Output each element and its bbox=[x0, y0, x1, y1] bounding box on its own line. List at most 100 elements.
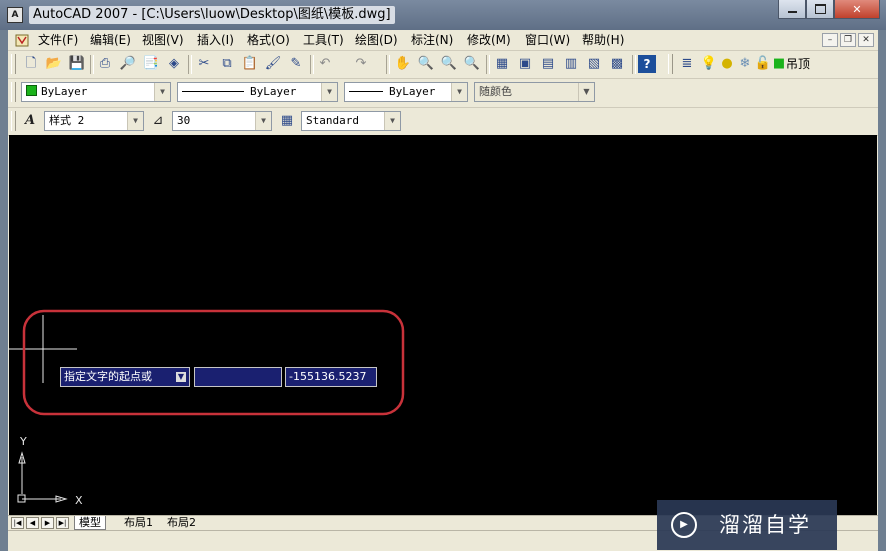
tab-model[interactable]: 模型 bbox=[74, 516, 106, 530]
table-style-control[interactable]: Standard ▼ bbox=[301, 111, 401, 131]
next-tab-icon[interactable]: ▶ bbox=[41, 517, 54, 529]
color-control[interactable]: ByLayer ▼ bbox=[21, 82, 171, 102]
pan-icon[interactable]: ✋ bbox=[394, 55, 412, 73]
minimize-button[interactable] bbox=[778, 0, 806, 19]
prev-tab-icon[interactable]: ◀ bbox=[26, 517, 39, 529]
publish-icon[interactable]: 📑 bbox=[142, 55, 160, 73]
menu-modify[interactable]: 修改(M) bbox=[467, 32, 511, 48]
zoom-realtime-icon[interactable]: 🔍 bbox=[417, 55, 435, 73]
title-bar[interactable]: A AutoCAD 2007 - [C:\Users\luow\Desktop\… bbox=[0, 0, 886, 30]
chevron-down-icon[interactable]: ▼ bbox=[451, 83, 467, 101]
cut-icon[interactable]: ✂ bbox=[195, 55, 213, 73]
open-icon[interactable]: 📂 bbox=[45, 55, 63, 73]
text-style-control[interactable]: 样式 2 ▼ bbox=[44, 111, 144, 131]
print-icon[interactable]: ⎙ bbox=[96, 55, 114, 73]
drawing-close-button[interactable]: ✕ bbox=[858, 33, 874, 47]
menu-edit[interactable]: 编辑(E) bbox=[90, 32, 131, 48]
dim-style-control[interactable]: 30 ▼ bbox=[172, 111, 272, 131]
linetype-value: ByLayer bbox=[250, 85, 297, 98]
dynamic-input-prompt: 指定文字的起点或 ▼ bbox=[60, 367, 190, 387]
freeze-vp-icon[interactable]: ❄ bbox=[736, 55, 754, 73]
menu-help[interactable]: 帮助(H) bbox=[582, 32, 624, 48]
chevron-down-icon[interactable]: ▼ bbox=[578, 83, 594, 101]
close-icon: ✕ bbox=[852, 2, 862, 16]
linetype-preview bbox=[182, 91, 244, 92]
save-icon[interactable]: 💾 bbox=[68, 55, 86, 73]
tool-palettes-icon[interactable]: ▤ bbox=[539, 55, 557, 73]
linetype-control[interactable]: ByLayer ▼ bbox=[177, 82, 338, 102]
standard-toolbar: 🗋 📂 💾 ⎙ 🔎 📑 ◈ ✂ ⧉ 📋 🖌 ✎ ↶ ↷ ✋ 🔍 🔍 🔍 ▦ ▣ bbox=[8, 51, 878, 79]
menu-tools[interactable]: 工具(T) bbox=[303, 32, 344, 48]
document-menu-icon[interactable] bbox=[14, 32, 30, 48]
new-icon[interactable]: 🗋 bbox=[22, 55, 40, 73]
first-tab-icon[interactable]: |◀ bbox=[11, 517, 24, 529]
plot-preview-icon[interactable]: 🔎 bbox=[119, 55, 137, 73]
drawing-restore-button[interactable]: ❐ bbox=[840, 33, 856, 47]
sun-icon[interactable]: ● bbox=[718, 55, 736, 73]
menu-insert[interactable]: 插入(I) bbox=[197, 32, 234, 48]
lineweight-control[interactable]: ByLayer ▼ bbox=[344, 82, 468, 102]
last-tab-icon[interactable]: ▶| bbox=[56, 517, 69, 529]
plot-style-control[interactable]: 随颜色 ▼ bbox=[474, 82, 595, 102]
menu-view[interactable]: 视图(V) bbox=[142, 32, 184, 48]
sheet-set-icon[interactable]: ▥ bbox=[562, 55, 580, 73]
light-bulb-icon[interactable]: 💡 bbox=[700, 55, 718, 73]
color-value: ByLayer bbox=[41, 85, 88, 98]
menu-file[interactable]: 文件(F) bbox=[38, 32, 78, 48]
menu-window[interactable]: 窗口(W) bbox=[525, 32, 570, 48]
tab-layout1[interactable]: 布局1 bbox=[120, 516, 157, 529]
chevron-down-icon[interactable]: ▼ bbox=[321, 83, 337, 101]
layers-toolbar-grip[interactable] bbox=[668, 54, 673, 74]
window-controls: ✕ bbox=[778, 0, 880, 20]
help-icon[interactable]: ? bbox=[638, 55, 656, 73]
coordinate-input-field[interactable]: -155136.5237 bbox=[285, 367, 377, 387]
toolbar-grip[interactable] bbox=[11, 54, 16, 74]
chevron-down-icon[interactable]: ▼ bbox=[154, 83, 170, 101]
copy-icon[interactable]: ⧉ bbox=[218, 55, 236, 73]
toolbar-separator bbox=[90, 55, 94, 74]
3d-dwf-icon[interactable]: ◈ bbox=[165, 55, 183, 73]
toolbar-separator bbox=[486, 55, 490, 74]
toolbar-separator bbox=[188, 55, 192, 74]
markup-icon[interactable]: ▧ bbox=[585, 55, 603, 73]
text-style-value: 样式 2 bbox=[49, 114, 85, 127]
autocad-app-icon[interactable]: A bbox=[7, 7, 23, 23]
dynamic-input-field[interactable] bbox=[194, 367, 282, 387]
current-layer-name[interactable]: 吊顶 bbox=[786, 56, 810, 72]
calculator-icon[interactable]: ▩ bbox=[608, 55, 626, 73]
drawing-minimize-button[interactable]: – bbox=[822, 33, 838, 47]
paste-icon[interactable]: 📋 bbox=[241, 55, 259, 73]
tab-layout2[interactable]: 布局2 bbox=[163, 516, 200, 529]
chevron-down-icon[interactable]: ▼ bbox=[255, 112, 271, 130]
toolbar-grip[interactable] bbox=[11, 82, 16, 102]
match-properties-icon[interactable]: 🖌 bbox=[264, 55, 282, 73]
prompt-options-icon[interactable]: ▼ bbox=[176, 372, 186, 382]
redo-icon[interactable]: ↷ bbox=[352, 55, 370, 73]
chevron-down-icon[interactable]: ▼ bbox=[384, 112, 400, 130]
properties-icon[interactable]: ▦ bbox=[493, 55, 511, 73]
layer-manager-icon[interactable]: ≣ bbox=[678, 55, 696, 73]
lineweight-preview bbox=[349, 91, 383, 92]
close-button[interactable]: ✕ bbox=[834, 0, 880, 19]
dim-style-icon[interactable]: ⊿ bbox=[149, 112, 167, 130]
undo-icon[interactable]: ↶ bbox=[316, 55, 334, 73]
autocad-window: A AutoCAD 2007 - [C:\Users\luow\Desktop\… bbox=[0, 0, 886, 551]
toolbar-grip[interactable] bbox=[11, 111, 16, 131]
play-icon: ▶ bbox=[671, 512, 697, 538]
design-center-icon[interactable]: ▣ bbox=[516, 55, 534, 73]
toolbar-separator bbox=[632, 55, 636, 74]
menu-draw[interactable]: 绘图(D) bbox=[355, 32, 398, 48]
table-style-icon[interactable]: ▦ bbox=[278, 112, 296, 130]
block-editor-icon[interactable]: ✎ bbox=[287, 55, 305, 73]
app-frame: 文件(F) 编辑(E) 视图(V) 插入(I) 格式(O) 工具(T) 绘图(D… bbox=[8, 30, 878, 551]
zoom-window-icon[interactable]: 🔍 bbox=[440, 55, 458, 73]
table-style-value: Standard bbox=[306, 114, 359, 127]
menu-format[interactable]: 格式(O) bbox=[247, 32, 290, 48]
zoom-previous-icon[interactable]: 🔍 bbox=[463, 55, 481, 73]
drawing-canvas[interactable]: Y X 指定文字的起点或 ▼ -155136.5237 bbox=[9, 135, 877, 517]
menu-dimension[interactable]: 标注(N) bbox=[411, 32, 453, 48]
text-style-icon[interactable]: A bbox=[21, 112, 39, 130]
toolbar-separator bbox=[386, 55, 390, 74]
chevron-down-icon[interactable]: ▼ bbox=[127, 112, 143, 130]
maximize-button[interactable] bbox=[806, 0, 834, 19]
